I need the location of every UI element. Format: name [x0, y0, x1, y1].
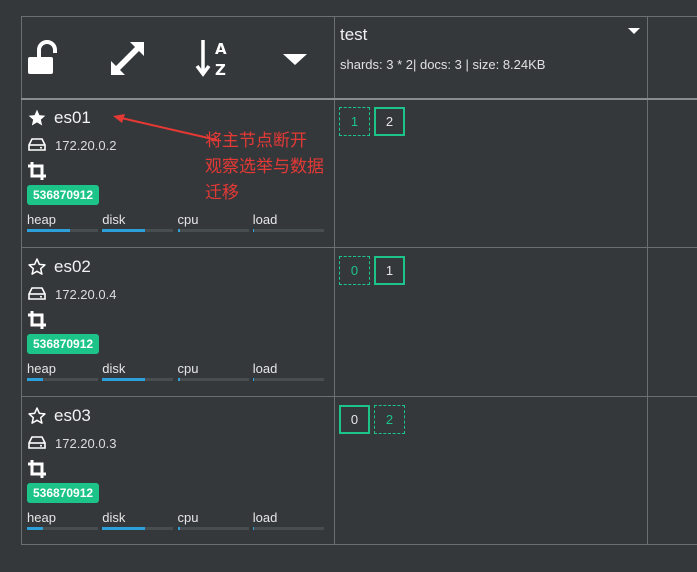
shard[interactable]: 2 — [374, 405, 405, 434]
metric-bar — [102, 378, 174, 381]
node-badge: 536870912 — [27, 185, 100, 205]
metric-bar — [102, 527, 174, 530]
metric-bar — [252, 229, 324, 232]
node-metrics: heap disk cpu load — [27, 361, 328, 381]
metric-label: load — [252, 510, 278, 525]
annotation-line: 将主节点断开 — [205, 131, 307, 151]
metric-bar — [177, 527, 249, 530]
hdd-icon — [28, 287, 46, 300]
crop-icon — [28, 460, 46, 478]
node-ip: 172.20.0.3 — [55, 435, 117, 451]
metric-fill — [27, 229, 70, 232]
metric-fill — [177, 378, 180, 381]
shard[interactable]: 0 — [339, 405, 370, 434]
node-metrics: heap disk cpu load — [27, 510, 328, 530]
metric-bar — [102, 229, 174, 232]
annotation-line: 迁移 — [205, 183, 239, 203]
index-header[interactable]: test shards: 3 * 2| docs: 3 | size: 8.24… — [335, 16, 647, 98]
metric-bar — [27, 229, 98, 232]
star-outline-icon — [28, 258, 46, 275]
metric-label: load — [252, 361, 278, 376]
node-metrics: heap disk cpu load — [27, 212, 328, 232]
metric-bar — [252, 378, 324, 381]
expand-icon[interactable] — [108, 38, 148, 78]
annotation-text: 将主节点断开 观察选举与数据 迁移 — [205, 128, 324, 206]
shard[interactable]: 2 — [374, 107, 405, 136]
metric-fill — [27, 378, 43, 381]
metric-fill — [102, 527, 145, 530]
toolbar: AZ — [21, 16, 334, 98]
metric-label: cpu — [177, 510, 199, 525]
crop-icon — [28, 162, 46, 180]
shard-group-es01: 1 2 — [339, 107, 409, 136]
metric-label: load — [252, 212, 278, 227]
metric-label: disk — [102, 510, 126, 525]
metric-bar — [177, 378, 249, 381]
shard-group-es02: 0 1 — [339, 256, 409, 285]
metric-fill — [252, 229, 255, 232]
node-row-es02: es02 172.20.0.4 536870912 heap disk cpu … — [21, 249, 334, 397]
node-ip: 172.20.0.4 — [55, 286, 117, 302]
node-badge: 536870912 — [27, 483, 100, 503]
node-name[interactable]: es01 — [54, 108, 91, 128]
cluster-grid: AZ test shards: 3 * 2| docs: 3 | size: 8… — [21, 16, 697, 545]
metric-bar — [27, 378, 98, 381]
index-stats: shards: 3 * 2| docs: 3 | size: 8.24KB — [340, 57, 546, 72]
metric-fill — [177, 229, 180, 232]
star-outline-icon — [28, 407, 46, 424]
node-badge: 536870912 — [27, 334, 100, 354]
metric-fill — [252, 378, 255, 381]
metric-label: cpu — [177, 361, 199, 376]
index-name[interactable]: test — [340, 25, 642, 45]
sort-alpha-icon[interactable]: AZ — [194, 38, 234, 79]
metric-bar — [177, 229, 249, 232]
shard[interactable]: 0 — [339, 256, 370, 285]
metric-fill — [252, 527, 255, 530]
metric-label: heap — [27, 510, 56, 525]
metric-fill — [102, 378, 145, 381]
shard[interactable]: 1 — [339, 107, 370, 136]
master-star-icon — [28, 109, 46, 126]
metric-label: cpu — [177, 212, 199, 227]
metric-fill — [102, 229, 145, 232]
metric-label: heap — [27, 212, 56, 227]
node-ip: 172.20.0.2 — [55, 137, 117, 153]
crop-icon — [28, 311, 46, 329]
metric-fill — [27, 527, 43, 530]
metric-label: heap — [27, 361, 56, 376]
index-menu-caret-icon[interactable] — [627, 26, 641, 36]
metric-bar — [252, 527, 324, 530]
metric-label: disk — [102, 361, 126, 376]
grid-line — [647, 16, 648, 545]
metric-label: disk — [102, 212, 126, 227]
annotation-line: 观察选举与数据 — [205, 157, 324, 177]
caret-down-icon[interactable] — [275, 38, 315, 78]
metric-fill — [177, 527, 180, 530]
shard-group-es03: 0 2 — [339, 405, 409, 434]
unlock-icon[interactable] — [25, 38, 65, 78]
node-name[interactable]: es03 — [54, 406, 91, 426]
hdd-icon — [28, 436, 46, 449]
metric-bar — [27, 527, 98, 530]
node-row-es03: es03 172.20.0.3 536870912 heap disk cpu … — [21, 398, 334, 546]
hdd-icon — [28, 138, 46, 151]
shard[interactable]: 1 — [374, 256, 405, 285]
node-name[interactable]: es02 — [54, 257, 91, 277]
svg-text:A: A — [215, 40, 227, 58]
svg-text:Z: Z — [215, 61, 226, 78]
